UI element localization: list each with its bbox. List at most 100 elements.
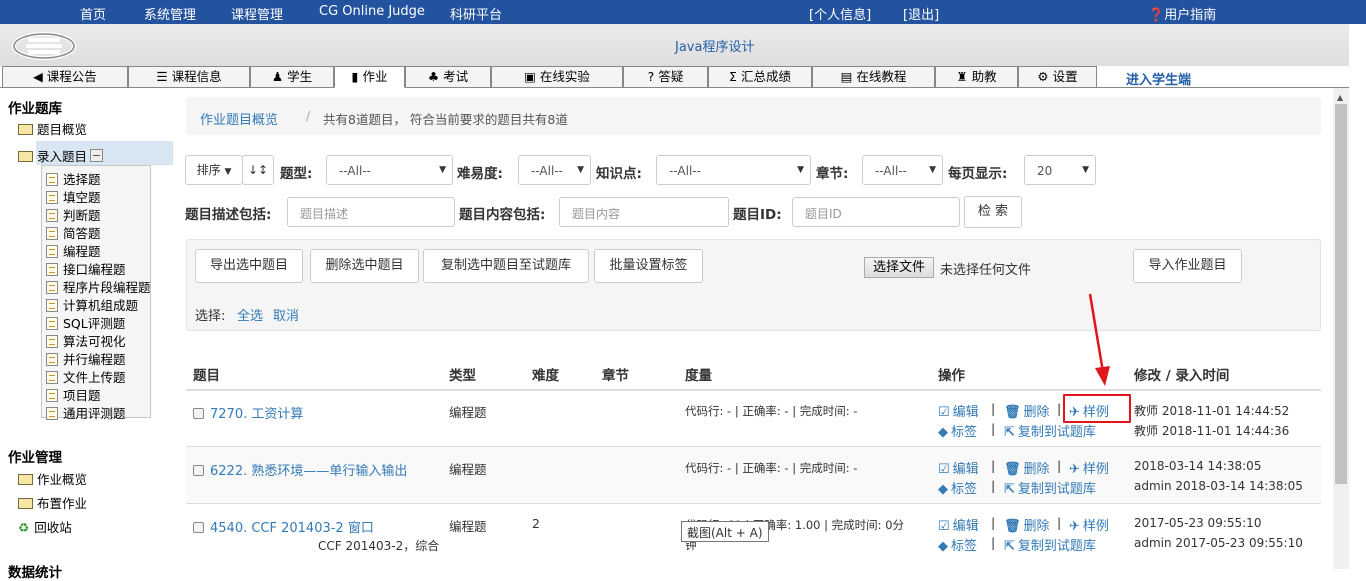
tab-students[interactable]: ♟ 学生	[250, 66, 334, 88]
select-all-link[interactable]: 全选	[237, 305, 263, 324]
sidebar-item-type[interactable]: 简答题	[46, 223, 101, 242]
export-selected-button[interactable]: 导出选中题目	[195, 249, 303, 283]
tag-icon: ◆	[938, 482, 948, 497]
student-view-link[interactable]: 进入学生端	[1126, 69, 1191, 88]
nav-research[interactable]: 科研平台	[450, 4, 502, 23]
tag-link[interactable]: ◆ 标签	[938, 535, 977, 554]
example-link[interactable]: ✈ 样例	[1069, 515, 1109, 534]
delete-link[interactable]: 🗑 删除	[1004, 458, 1050, 477]
content-input[interactable]: 题目内容	[559, 197, 729, 227]
desc-input[interactable]: 题目描述	[287, 197, 455, 227]
tag-link[interactable]: ◆ 标签	[938, 478, 977, 497]
tab-assistant[interactable]: ♜ 助教	[935, 66, 1018, 88]
copy-to-bank-link[interactable]: ⇱ 复制到试题库	[1004, 478, 1096, 497]
choose-file-button[interactable]: 选择文件	[864, 257, 934, 278]
edit-link[interactable]: ☑ 编辑	[938, 515, 979, 534]
external-link-icon: ⇱	[1004, 539, 1015, 554]
sidebar-item-type[interactable]: 项目题	[46, 385, 101, 404]
tab-settings[interactable]: ⚙ 设置	[1018, 66, 1097, 88]
sidebar-item-type[interactable]: 程序片段编程题	[46, 277, 151, 296]
per-page-select[interactable]: 20 ▼	[1024, 155, 1096, 185]
send-icon: ✈	[1069, 462, 1080, 477]
nav-system-manage[interactable]: 系统管理	[144, 4, 196, 23]
collapse-icon[interactable]	[90, 149, 104, 162]
copy-to-bank-button[interactable]: 复制选中题目至试题库	[423, 249, 589, 283]
sort-order-button[interactable]: ↓↕	[242, 155, 274, 185]
chapter-select[interactable]: --All-- ▼	[862, 155, 943, 185]
sidebar-item-type[interactable]: 文件上传题	[46, 367, 126, 386]
sidebar-item-enter[interactable]: 录入题目	[18, 146, 104, 165]
difficulty-select[interactable]: --All-- ▼	[518, 155, 591, 185]
row-checkbox[interactable]	[193, 522, 204, 533]
delete-link[interactable]: 🗑 删除	[1004, 515, 1050, 534]
right-edge	[1349, 24, 1366, 569]
search-button[interactable]: 检 索	[964, 196, 1022, 228]
sidebar-item-type[interactable]: 计算机组成题	[46, 295, 138, 314]
type-select[interactable]: --All-- ▼	[326, 155, 453, 185]
id-input[interactable]: 题目ID	[792, 197, 960, 227]
tab-qa[interactable]: ? 答疑	[623, 66, 708, 88]
chapter-label: 章节:	[816, 166, 849, 182]
row-checkbox[interactable]	[193, 408, 204, 419]
question-link[interactable]: 4540. CCF 201403-2 窗口	[210, 521, 374, 536]
sidebar-item-type[interactable]: 选择题	[46, 169, 101, 188]
tab-exam[interactable]: ♣ 考试	[405, 66, 491, 88]
nav-course-manage[interactable]: 课程管理	[231, 4, 283, 23]
sidebar-item-type[interactable]: 判断题	[46, 205, 101, 224]
vertical-scrollbar[interactable]: ▲	[1333, 88, 1349, 569]
document-icon	[46, 353, 58, 366]
tab-announcement[interactable]: ◀ 课程公告	[2, 66, 128, 88]
edit-link[interactable]: ☑ 编辑	[938, 458, 979, 477]
knowledge-select[interactable]: --All-- ▼	[656, 155, 811, 185]
document-icon	[46, 245, 58, 258]
breadcrumb-overview-link[interactable]: 作业题目概览	[200, 109, 278, 128]
sidebar-item-overview[interactable]: 题目概览	[18, 119, 87, 138]
scroll-up-icon[interactable]: ▲	[1337, 93, 1343, 102]
scroll-thumb[interactable]	[1335, 104, 1347, 484]
logout-link[interactable]: [退出]	[903, 4, 939, 23]
sidebar-item-homework-overview[interactable]: 作业概览	[18, 469, 87, 488]
assistant-icon: ♜	[956, 69, 968, 84]
copy-to-bank-link[interactable]: ⇱ 复制到试题库	[1004, 535, 1096, 554]
nav-home[interactable]: 首页	[80, 4, 106, 23]
users-icon: ♟	[271, 69, 284, 84]
example-link[interactable]: ✈ 样例	[1069, 458, 1109, 477]
homework-manage-title: 作业管理	[8, 450, 62, 466]
tab-tutorial[interactable]: ▤ 在线教程	[812, 66, 935, 88]
sidebar-item-type[interactable]: 算法可视化	[46, 331, 126, 350]
cancel-select-link[interactable]: 取消	[273, 305, 299, 324]
tab-online-lab[interactable]: ▣ 在线实验	[491, 66, 623, 88]
question-link[interactable]: 6222. 熟悉环境——单行输入输出	[210, 464, 407, 479]
edit-icon: ☑	[938, 462, 950, 477]
question-link[interactable]: 7270. 工资计算	[210, 407, 303, 422]
profile-link[interactable]: [个人信息]	[809, 4, 871, 23]
edit-link[interactable]: ☑ 编辑	[938, 401, 979, 420]
nav-online-judge[interactable]: CG Online Judge	[319, 4, 425, 19]
separator: |	[991, 478, 996, 493]
folder-open-icon	[18, 474, 33, 485]
sidebar-item-recycle[interactable]: ♻ 回收站	[18, 517, 72, 536]
tab-homework[interactable]: ▮ 作业	[334, 66, 405, 88]
copy-to-bank-link[interactable]: ⇱ 复制到试题库	[1004, 421, 1096, 440]
tab-course-info[interactable]: ☰ 课程信息	[128, 66, 250, 88]
import-homework-button[interactable]: 导入作业题目	[1133, 249, 1242, 283]
sort-dropdown[interactable]: 排序 ▼	[185, 155, 243, 185]
user-guide-link[interactable]: ❓用户指南	[1148, 4, 1216, 23]
caret-down-icon: ▼	[929, 165, 936, 175]
sidebar-item-type[interactable]: 并行编程题	[46, 349, 126, 368]
sidebar-item-assign[interactable]: 布置作业	[18, 493, 87, 512]
row-checkbox[interactable]	[193, 465, 204, 476]
tab-grades[interactable]: Σ 汇总成绩	[708, 66, 812, 88]
document-icon	[46, 281, 58, 294]
sidebar-item-type[interactable]: 编程题	[46, 241, 101, 260]
sidebar-item-type[interactable]: SQL评测题	[46, 313, 125, 332]
separator: |	[1057, 515, 1062, 530]
trash-icon: 🗑	[1004, 405, 1021, 420]
sidebar-item-type[interactable]: 填空题	[46, 187, 101, 206]
tag-link[interactable]: ◆ 标签	[938, 421, 977, 440]
delete-selected-button[interactable]: 删除选中题目	[310, 249, 419, 283]
sidebar-item-type[interactable]: 接口编程题	[46, 259, 126, 278]
sidebar-item-type[interactable]: 通用评测题	[46, 403, 126, 422]
batch-tag-button[interactable]: 批量设置标签	[594, 249, 703, 283]
delete-link[interactable]: 🗑 删除	[1004, 401, 1050, 420]
